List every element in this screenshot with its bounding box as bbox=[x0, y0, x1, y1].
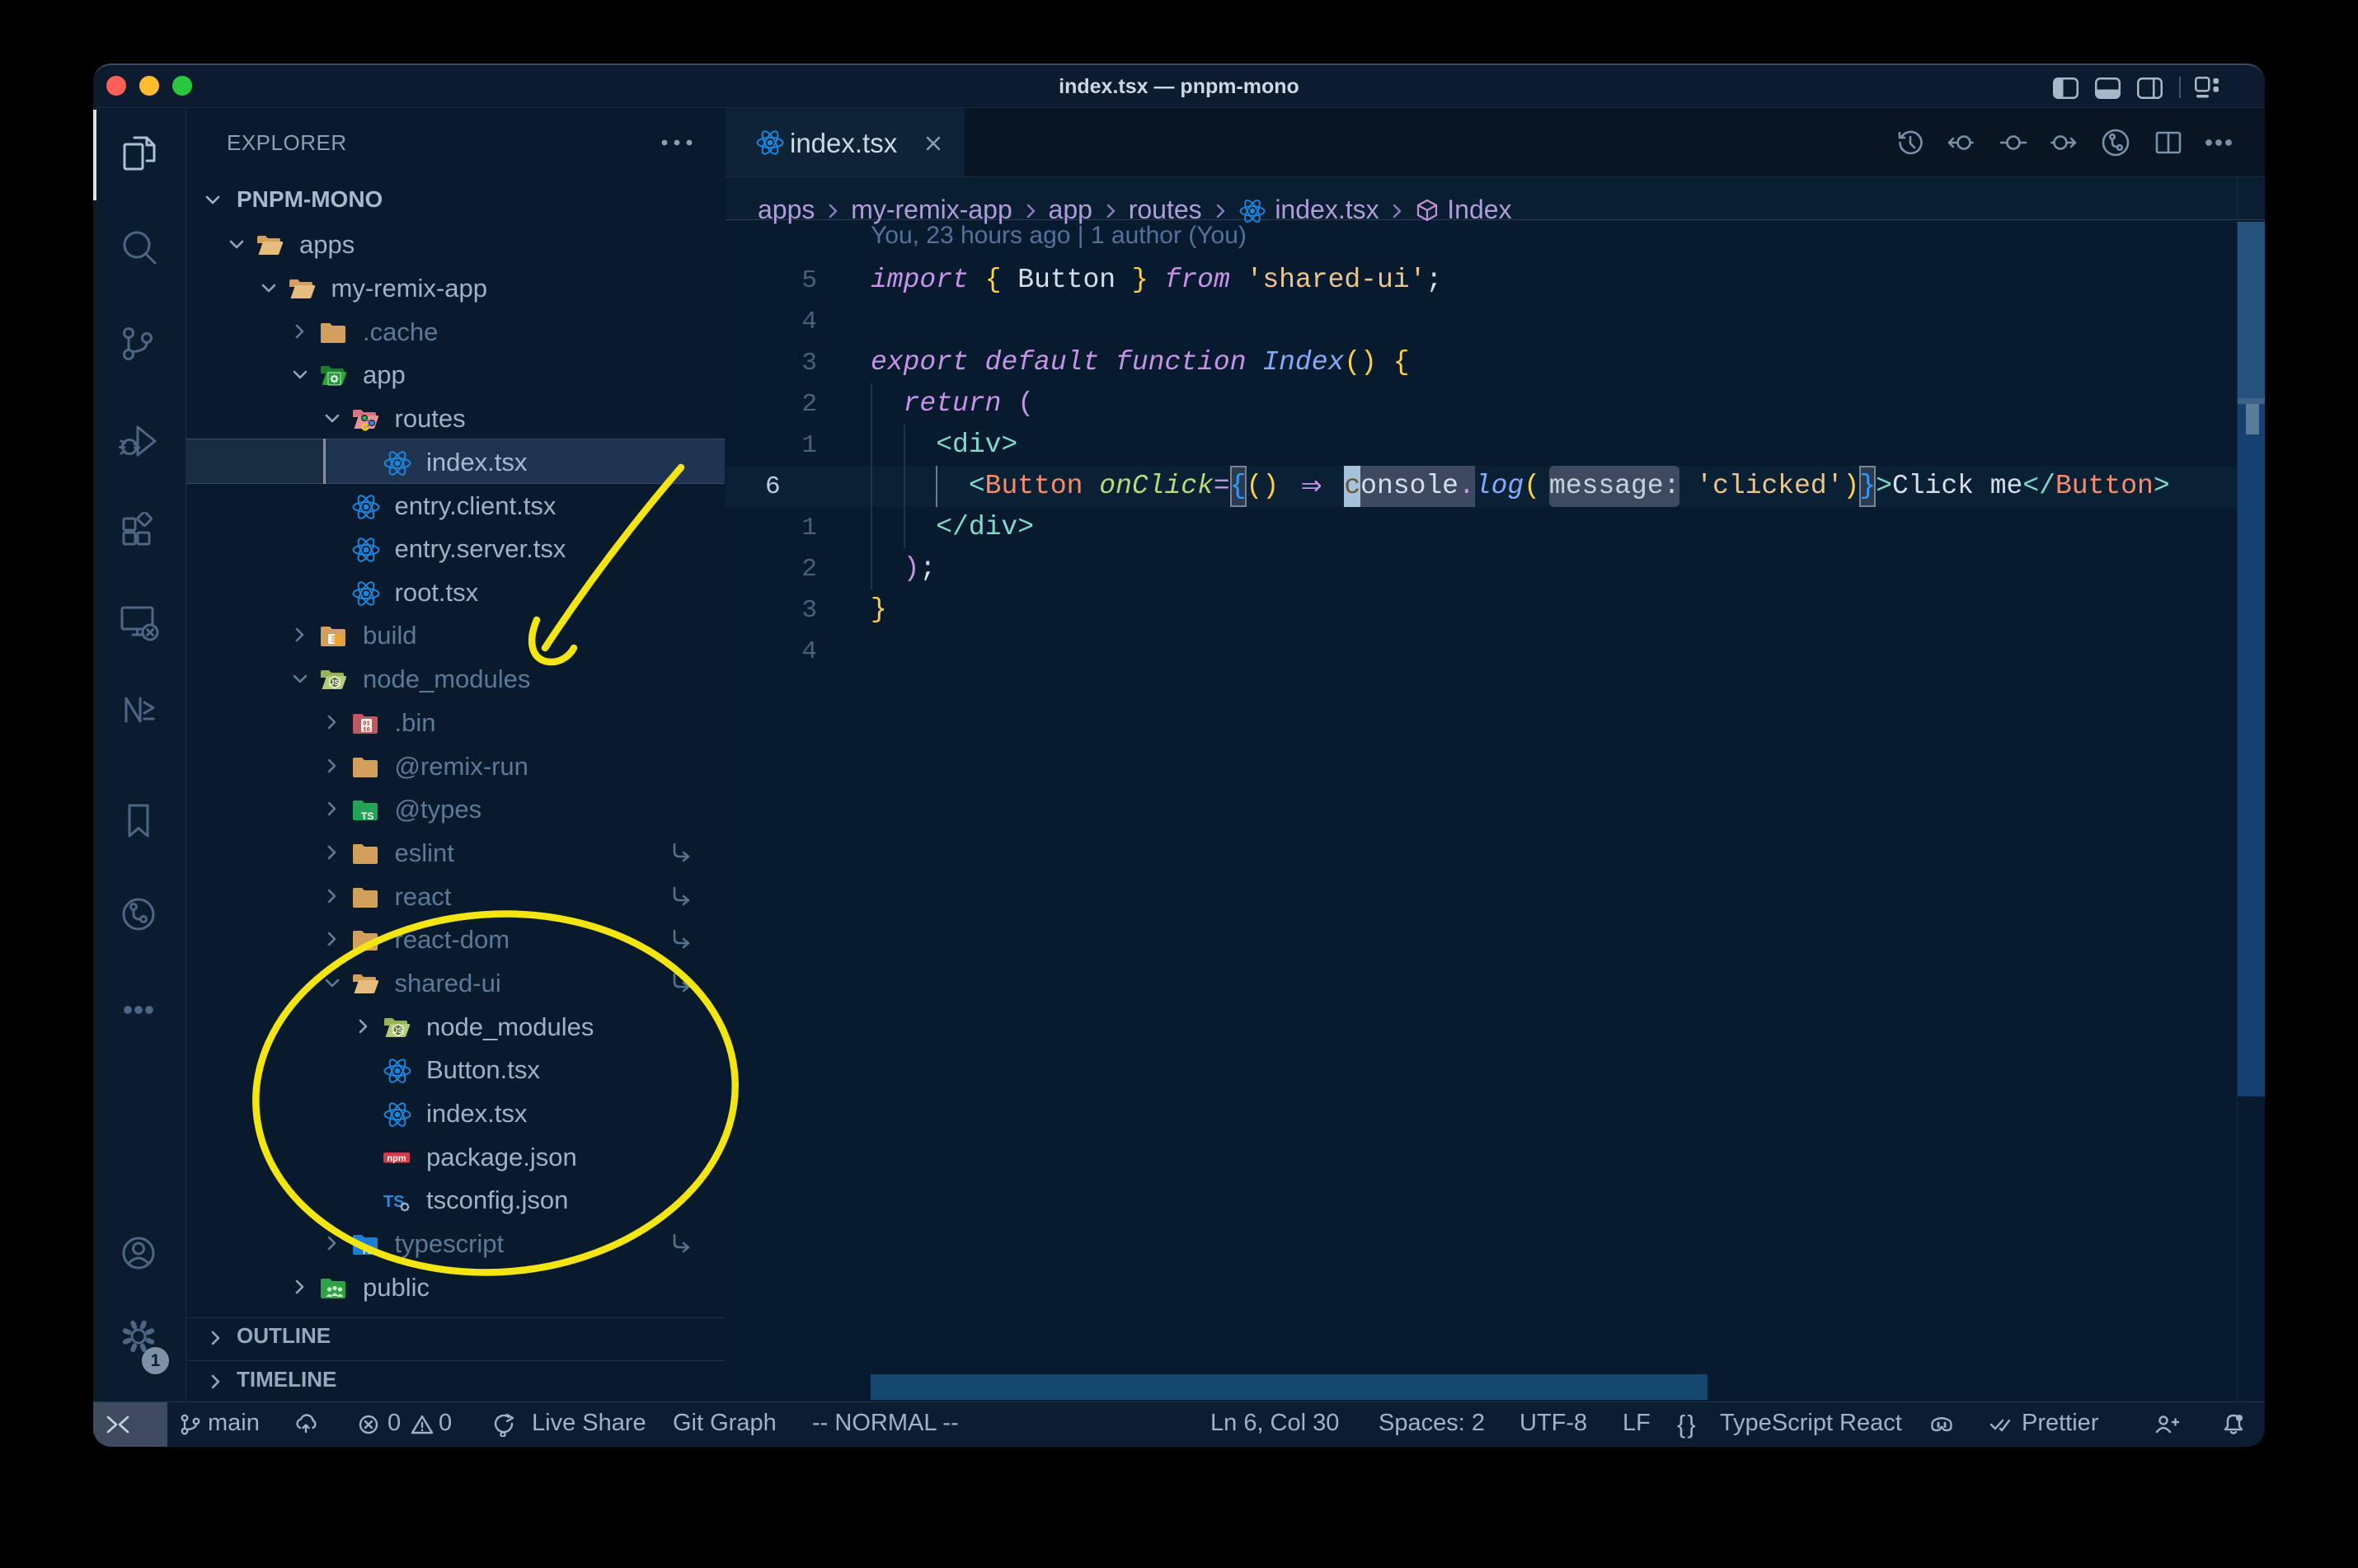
svg-text:01: 01 bbox=[362, 721, 370, 727]
svg-text:10: 10 bbox=[362, 727, 370, 734]
svg-text:JS: JS bbox=[330, 678, 339, 687]
svg-text:TS: TS bbox=[383, 1193, 405, 1211]
svg-text:TS: TS bbox=[361, 1245, 373, 1256]
svg-text:TS: TS bbox=[361, 810, 373, 822]
svg-text:npm: npm bbox=[387, 1153, 406, 1163]
svg-text:JS: JS bbox=[393, 1026, 402, 1035]
